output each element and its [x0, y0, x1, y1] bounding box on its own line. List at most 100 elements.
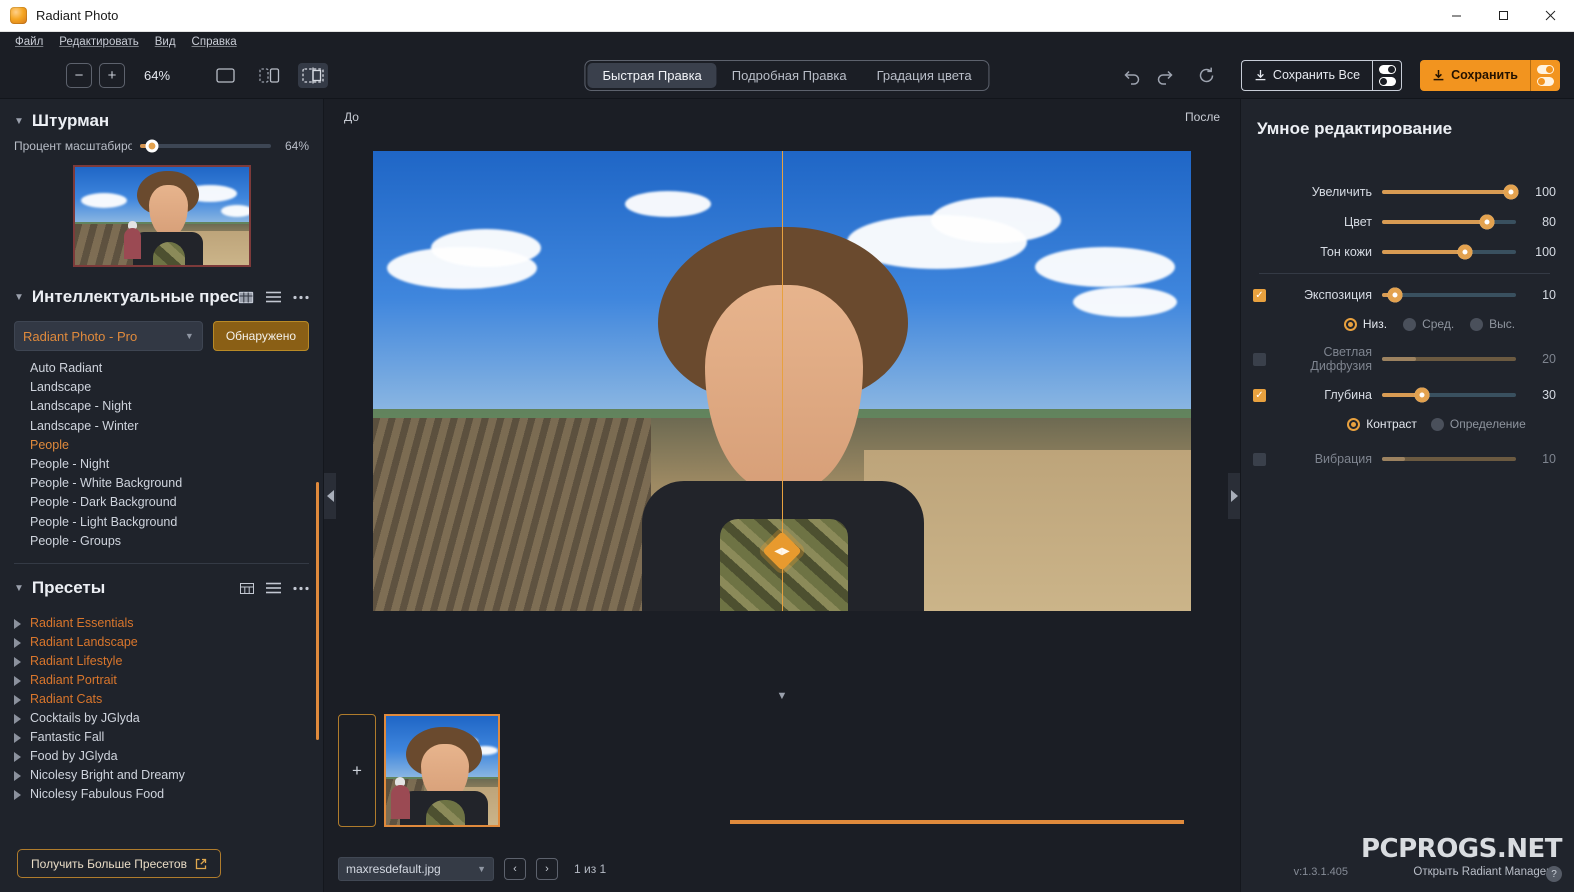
chevron-right-icon[interactable] [14, 751, 21, 762]
chevron-down-icon[interactable]: ▼ [14, 292, 24, 303]
slider-skin-tone[interactable] [1382, 244, 1516, 260]
slider-vibrance[interactable] [1382, 457, 1516, 461]
list-item[interactable]: People - Light Background [30, 513, 323, 532]
split-compare-handle[interactable]: ◀▶ [762, 531, 802, 571]
radio-exposure-high[interactable]: Выс. [1470, 317, 1515, 331]
add-photo-button[interactable]: + [338, 714, 376, 827]
list-item[interactable]: Radiant Essentials [8, 614, 323, 633]
redo-icon[interactable] [1149, 59, 1181, 91]
grid-view-icon[interactable] [238, 290, 254, 304]
save-toggle-top[interactable] [1537, 64, 1554, 74]
chevron-right-icon[interactable] [14, 713, 21, 724]
previous-image-button[interactable]: ‹ [504, 858, 526, 880]
side-by-side-view-icon[interactable] [254, 63, 284, 88]
navigator-thumbnail[interactable] [72, 165, 251, 267]
menu-view[interactable]: Вид [148, 34, 183, 50]
chevron-right-icon[interactable] [14, 675, 21, 686]
light-diffusion-checkbox[interactable] [1253, 352, 1266, 366]
slider-color[interactable] [1382, 214, 1516, 230]
list-item[interactable]: Nicolesy Fabulous Food [8, 785, 323, 804]
zoom-in-button[interactable]: + [99, 62, 125, 88]
collapse-left-panel-button[interactable] [324, 472, 336, 519]
chevron-down-icon[interactable]: ▼ [14, 116, 24, 127]
chevron-right-icon[interactable] [14, 732, 21, 743]
list-item[interactable]: People - Groups [30, 532, 323, 551]
radio-depth-contrast[interactable]: Контраст [1347, 417, 1417, 431]
list-item[interactable]: Food by JGlyda [8, 747, 323, 766]
presets-scrollbar[interactable] [316, 652, 319, 740]
chevron-right-icon[interactable] [14, 637, 21, 648]
menu-help[interactable]: Справка [185, 34, 244, 50]
slider-boost[interactable] [1382, 184, 1519, 200]
zoom-out-button[interactable]: − [66, 62, 92, 88]
save-button[interactable]: Сохранить [1420, 59, 1530, 91]
minimize-button[interactable] [1433, 0, 1480, 32]
menu-file[interactable]: Файл [8, 34, 50, 50]
navigator-zoom-slider[interactable] [140, 139, 271, 153]
open-radiant-manager-link[interactable]: Открыть Radiant Manager [1413, 866, 1550, 878]
tab-detailed-edit[interactable]: Подробная Правка [717, 63, 862, 88]
collapse-right-panel-button[interactable] [1228, 472, 1240, 519]
more-options-icon[interactable] [293, 586, 309, 591]
maximize-button[interactable] [1480, 0, 1527, 32]
detected-button[interactable]: Обнаружено [212, 321, 309, 351]
get-more-presets-button[interactable]: Получить Больше Пресетов [17, 849, 221, 878]
list-item[interactable]: Cocktails by JGlyda [8, 709, 323, 728]
save-toggle[interactable] [1530, 59, 1560, 91]
list-item[interactable]: People - Dark Background [30, 493, 323, 512]
slider-depth[interactable] [1382, 387, 1516, 403]
next-image-button[interactable]: › [536, 858, 558, 880]
chevron-right-icon[interactable] [14, 694, 21, 705]
exposure-checkbox[interactable] [1253, 288, 1266, 302]
list-item[interactable]: Radiant Landscape [8, 633, 323, 652]
grid-view-icon[interactable] [240, 582, 254, 594]
help-icon[interactable]: ? [1546, 866, 1562, 882]
presets-section-header[interactable]: ▼ Пресеты [0, 564, 323, 606]
radio-depth-clarity[interactable]: Определение [1430, 417, 1526, 431]
single-view-icon[interactable] [210, 63, 240, 88]
radio-exposure-low[interactable]: Низ. [1343, 317, 1387, 331]
save-all-toggle-top[interactable] [1378, 64, 1396, 74]
list-item[interactable]: Landscape - Winter [30, 417, 323, 436]
slider-exposure[interactable] [1382, 287, 1516, 303]
chevron-down-icon[interactable]: ▼ [14, 583, 24, 594]
chevron-right-icon[interactable] [14, 770, 21, 781]
filmstrip-thumbnail[interactable] [384, 714, 500, 827]
slider-light-diffusion[interactable] [1382, 357, 1516, 361]
list-item[interactable]: Auto Radiant [30, 359, 323, 378]
navigator-section-header[interactable]: ▼ Штурман [0, 99, 323, 139]
split-overlay-view-icon[interactable] [298, 62, 328, 88]
list-item[interactable]: Nicolesy Bright and Dreamy [8, 766, 323, 785]
list-item[interactable]: Radiant Cats [8, 690, 323, 709]
photo-preview[interactable]: ◀▶ [373, 151, 1191, 611]
vibrance-checkbox[interactable] [1253, 452, 1266, 466]
depth-checkbox[interactable] [1253, 388, 1266, 402]
list-item[interactable]: People - Night [30, 455, 323, 474]
list-item[interactable]: People - White Background [30, 474, 323, 493]
list-item-selected[interactable]: People [30, 436, 323, 455]
save-all-toggle-bottom[interactable] [1378, 76, 1396, 86]
save-all-toggle[interactable] [1372, 59, 1403, 91]
file-name-select[interactable]: maxresdefault.jpg ▼ [338, 857, 494, 881]
tab-quick-edit[interactable]: Быстрая Правка [587, 62, 717, 88]
chevron-right-icon[interactable] [14, 789, 21, 800]
smart-presets-section-header[interactable]: ▼ Интеллектуальные пресеты [0, 267, 323, 315]
chevron-right-icon[interactable] [14, 656, 21, 667]
reset-icon[interactable] [1191, 59, 1223, 91]
close-button[interactable] [1527, 0, 1574, 32]
more-options-icon[interactable] [293, 295, 309, 300]
list-item[interactable]: Landscape [30, 378, 323, 397]
list-item[interactable]: Radiant Lifestyle [8, 652, 323, 671]
list-item[interactable]: Fantastic Fall [8, 728, 323, 747]
menu-edit[interactable]: Редактировать [52, 34, 145, 50]
list-item[interactable]: Radiant Portrait [8, 671, 323, 690]
smart-preset-profile-select[interactable]: Radiant Photo - Pro ▼ [14, 321, 203, 351]
smart-preset-scrollbar[interactable] [316, 482, 319, 657]
collapse-filmstrip-button[interactable]: ▼ [324, 686, 1240, 704]
chevron-right-icon[interactable] [14, 618, 21, 629]
list-view-icon[interactable] [266, 582, 281, 594]
list-view-icon[interactable] [266, 291, 281, 303]
save-toggle-bottom[interactable] [1537, 76, 1554, 86]
radio-exposure-medium[interactable]: Сред. [1403, 317, 1454, 331]
tab-color-grading[interactable]: Градация цвета [862, 63, 987, 88]
